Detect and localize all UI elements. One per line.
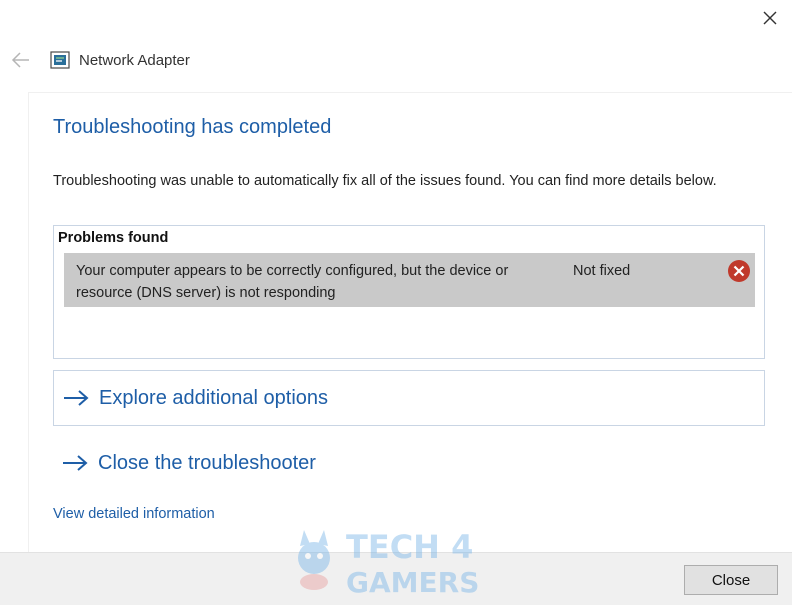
window-header: Network Adapter [10, 46, 190, 74]
problem-row[interactable]: Your computer appears to be correctly co… [64, 253, 755, 307]
watermark-line2: GAMERS [346, 566, 479, 599]
close-troubleshooter-label: Close the troubleshooter [98, 451, 316, 474]
troubleshooter-window: Network Adapter Troubleshooting has comp… [0, 0, 792, 605]
problem-status: Not fixed [573, 263, 631, 279]
explore-options-label: Explore additional options [99, 386, 329, 409]
problems-found-header: Problems found [58, 230, 169, 246]
explore-options-link[interactable]: Explore additional options [53, 370, 765, 426]
close-button[interactable]: Close [684, 565, 778, 595]
watermark-logo: TECH 4 GAMERS [298, 528, 479, 599]
back-arrow-icon[interactable] [10, 49, 32, 71]
watermark-line1: TECH 4 [346, 528, 473, 566]
problems-found-panel: Problems found Your computer appears to … [53, 225, 765, 359]
network-adapter-icon [50, 51, 70, 69]
result-description: Troubleshooting was unable to automatica… [53, 173, 717, 189]
page-title: Troubleshooting has completed [53, 116, 332, 138]
window-title: Network Adapter [79, 51, 190, 69]
close-troubleshooter-link[interactable]: Close the troubleshooter [53, 435, 765, 491]
arrow-right-icon [64, 390, 89, 406]
arrow-right-icon [63, 455, 88, 471]
view-detailed-information-link[interactable]: View detailed information [53, 506, 215, 522]
problem-description: Your computer appears to be correctly co… [76, 263, 509, 301]
close-icon[interactable] [758, 6, 782, 30]
error-circle-icon [728, 260, 750, 282]
